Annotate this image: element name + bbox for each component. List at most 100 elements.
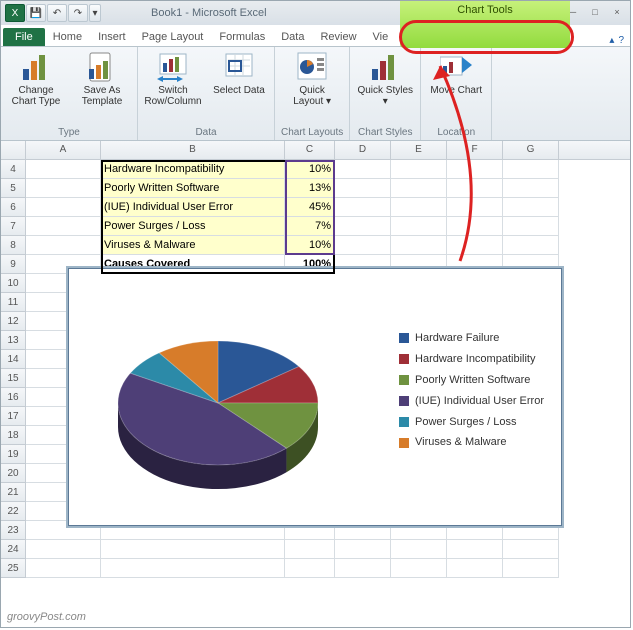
row-header-5[interactable]: 5 [1,179,26,198]
cell-B8[interactable]: Viruses & Malware [101,236,285,255]
app-icon[interactable]: X [5,4,25,22]
cell-F25[interactable] [447,559,503,578]
cell-F5[interactable] [447,179,503,198]
tab-review[interactable]: Review [312,28,364,46]
tab-view[interactable]: Vie [365,28,397,46]
max-icon[interactable]: □ [586,4,604,20]
embedded-chart[interactable]: Hardware FailureHardware Incompatibility… [66,266,564,528]
col-header-D[interactable]: D [335,141,391,159]
cell-E24[interactable] [391,540,447,559]
cell-F6[interactable] [447,198,503,217]
cell-B4[interactable]: Hardware Incompatibility [101,160,285,179]
col-header-A[interactable]: A [26,141,101,159]
cell-D8[interactable] [335,236,391,255]
row-header-11[interactable]: 11 [1,293,26,312]
cell-E5[interactable] [391,179,447,198]
row-header-8[interactable]: 8 [1,236,26,255]
row-header-24[interactable]: 24 [1,540,26,559]
row-header-19[interactable]: 19 [1,445,26,464]
cell-G24[interactable] [503,540,559,559]
tab-formulas[interactable]: Formulas [211,28,273,46]
cell-E4[interactable] [391,160,447,179]
cell-C4[interactable]: 10% [285,160,335,179]
cell-G7[interactable] [503,217,559,236]
cell-G6[interactable] [503,198,559,217]
cell-C8[interactable]: 10% [285,236,335,255]
row-header-10[interactable]: 10 [1,274,26,293]
cell-C6[interactable]: 45% [285,198,335,217]
cell-B7[interactable]: Power Surges / Loss [101,217,285,236]
switch-row-column[interactable]: Switch Row/Column [144,51,202,107]
help-icon[interactable]: ? [618,35,624,46]
cell-C24[interactable] [285,540,335,559]
cell-C25[interactable] [285,559,335,578]
cell-A5[interactable] [26,179,101,198]
cell-E8[interactable] [391,236,447,255]
worksheet[interactable]: ABCDEFG 4Hardware Incompatibility10%5Poo… [1,141,630,627]
cell-F4[interactable] [447,160,503,179]
cell-A4[interactable] [26,160,101,179]
tab-data[interactable]: Data [273,28,312,46]
cell-B6[interactable]: (IUE) Individual User Error [101,198,285,217]
cell-D4[interactable] [335,160,391,179]
row-header-4[interactable]: 4 [1,160,26,179]
cell-D6[interactable] [335,198,391,217]
row-header-7[interactable]: 7 [1,217,26,236]
row-header-20[interactable]: 20 [1,464,26,483]
row-header-18[interactable]: 18 [1,426,26,445]
cell-C7[interactable]: 7% [285,217,335,236]
move-chart[interactable]: Move Chart [427,51,485,96]
cell-F7[interactable] [447,217,503,236]
cell-D25[interactable] [335,559,391,578]
row-header-12[interactable]: 12 [1,312,26,331]
cell-G4[interactable] [503,160,559,179]
col-header-F[interactable]: F [447,141,503,159]
ribbon-minimize-icon[interactable]: ▴ [609,35,614,46]
cell-F24[interactable] [447,540,503,559]
cell-A25[interactable] [26,559,101,578]
cell-D7[interactable] [335,217,391,236]
cell-E7[interactable] [391,217,447,236]
row-header-14[interactable]: 14 [1,350,26,369]
tab-insert[interactable]: Insert [90,28,134,46]
row-header-23[interactable]: 23 [1,521,26,540]
cell-B5[interactable]: Poorly Written Software [101,179,285,198]
col-header-E[interactable]: E [391,141,447,159]
cell-A7[interactable] [26,217,101,236]
close-icon[interactable]: × [608,4,626,20]
redo-button[interactable]: ↷ [68,4,88,22]
tab-home[interactable]: Home [45,28,90,46]
row-header-16[interactable]: 16 [1,388,26,407]
cell-E6[interactable] [391,198,447,217]
row-header-25[interactable]: 25 [1,559,26,578]
qat-more[interactable]: ▾ [89,4,101,22]
cell-B24[interactable] [101,540,285,559]
cell-G5[interactable] [503,179,559,198]
cell-D24[interactable] [335,540,391,559]
row-header-17[interactable]: 17 [1,407,26,426]
cell-C5[interactable]: 13% [285,179,335,198]
tab-file[interactable]: File [3,28,45,46]
save-as-template[interactable]: Save As Template [73,51,131,107]
save-button[interactable]: 💾 [26,4,46,22]
row-header-13[interactable]: 13 [1,331,26,350]
row-header-15[interactable]: 15 [1,369,26,388]
cell-B25[interactable] [101,559,285,578]
tab-page-layout[interactable]: Page Layout [134,28,212,46]
row-header-22[interactable]: 22 [1,502,26,521]
cell-A8[interactable] [26,236,101,255]
select-data[interactable]: Select Data [210,51,268,107]
change-chart-type[interactable]: Change Chart Type [7,51,65,107]
cell-E25[interactable] [391,559,447,578]
row-header-6[interactable]: 6 [1,198,26,217]
row-header-21[interactable]: 21 [1,483,26,502]
cell-G8[interactable] [503,236,559,255]
cell-F8[interactable] [447,236,503,255]
undo-button[interactable]: ↶ [47,4,67,22]
cell-A6[interactable] [26,198,101,217]
quick-layout[interactable]: Quick Layout ▾ [283,51,341,107]
quick-styles[interactable]: Quick Styles ▾ [356,51,414,107]
col-header-G[interactable]: G [503,141,559,159]
cell-G25[interactable] [503,559,559,578]
col-header-B[interactable]: B [101,141,285,159]
